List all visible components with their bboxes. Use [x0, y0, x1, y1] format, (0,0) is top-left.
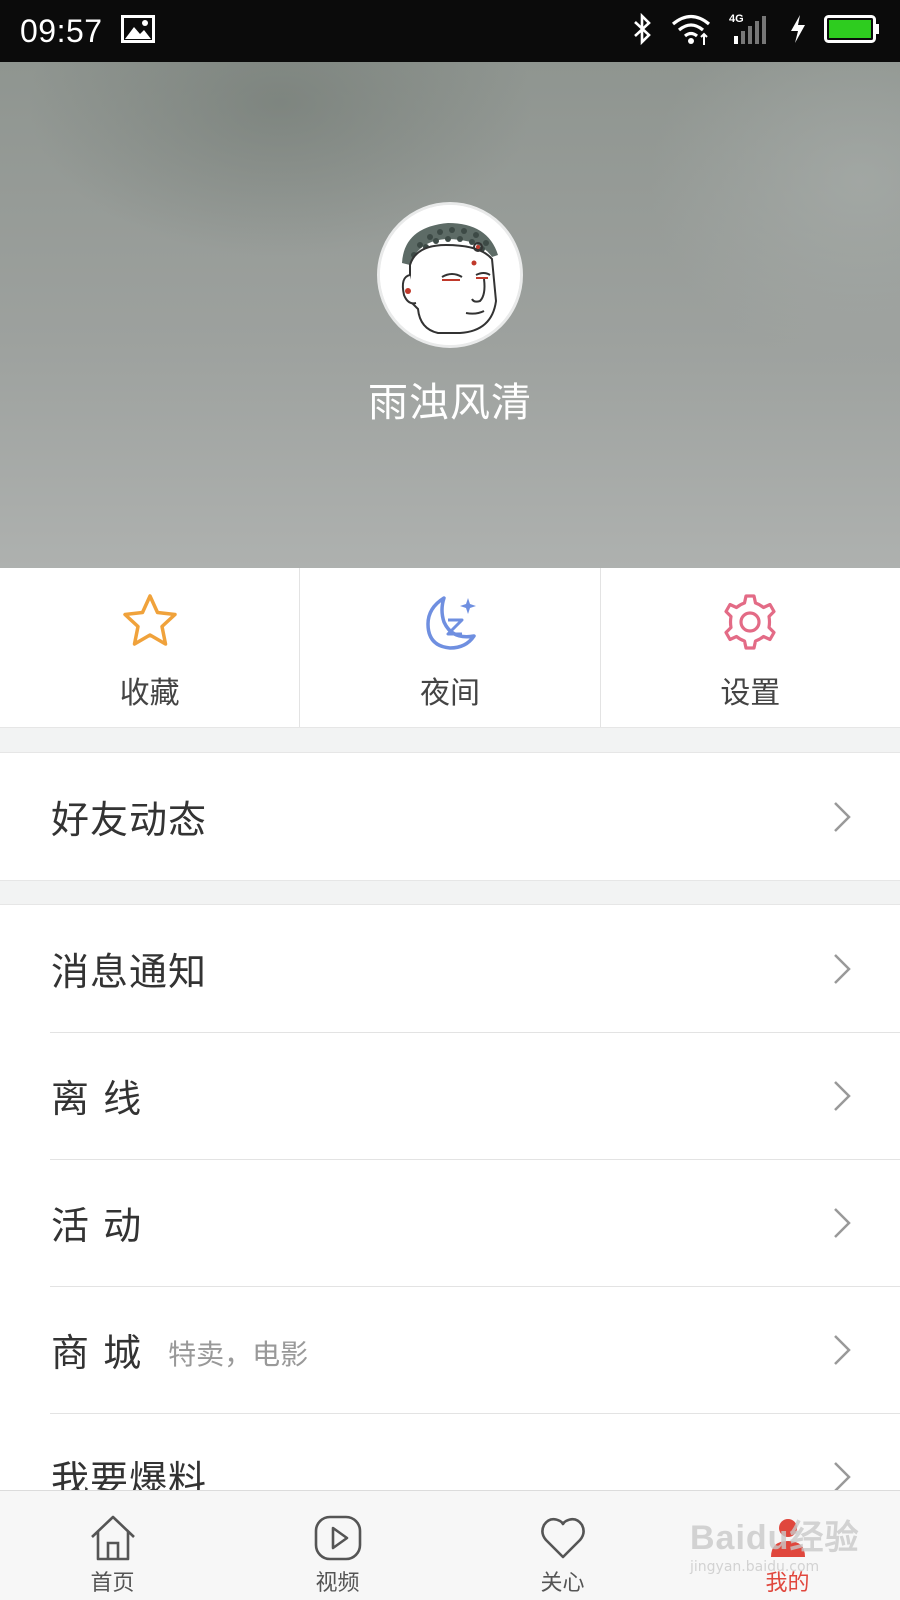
tab-video-label: 视频: [315, 1571, 360, 1596]
status-time: 09:57: [20, 12, 103, 49]
favorites-button[interactable]: 收藏: [0, 568, 299, 727]
gear-icon: [724, 594, 776, 650]
wifi-icon: [670, 12, 712, 50]
profile-header: 雨浊风清: [0, 62, 900, 568]
tab-care[interactable]: 关心: [450, 1491, 675, 1600]
menu-item-label: 商 城: [51, 1331, 143, 1375]
avatar[interactable]: [377, 202, 523, 348]
favorites-label: 收藏: [119, 676, 180, 711]
menu-item-offline[interactable]: 离 线: [0, 1032, 900, 1159]
night-mode-button[interactable]: 夜间: [299, 568, 599, 727]
image-icon: [120, 15, 155, 47]
menu-group-main: 消息通知 离 线 活 动 商 城 特卖，电影 我要爆料: [0, 904, 900, 1540]
bottom-tab-bar: 首页 视频 关心 我的: [0, 1490, 900, 1600]
chevron-right-icon: [834, 1080, 851, 1111]
quick-actions: 收藏 夜间 设置: [0, 568, 900, 728]
star-icon: [122, 594, 177, 646]
menu-item-label: 好友动态: [51, 798, 208, 842]
tab-home-label: 首页: [90, 1571, 135, 1596]
chevron-right-icon: [834, 953, 851, 984]
night-mode-label: 夜间: [419, 676, 480, 711]
tab-home[interactable]: 首页: [0, 1491, 225, 1600]
menu-item-subtitle: 特卖，电影: [168, 1337, 309, 1371]
status-bar: 09:57 4G: [0, 0, 900, 62]
moon-icon: [426, 596, 476, 650]
menu-item-label: 消息通知: [51, 950, 208, 994]
battery-icon: [824, 14, 880, 48]
chevron-right-icon: [834, 1334, 851, 1365]
tab-mine-label: 我的: [765, 1571, 810, 1596]
menu-item-notifications[interactable]: 消息通知: [0, 905, 900, 1032]
menu-item-mall[interactable]: 商 城 特卖，电影: [0, 1286, 900, 1413]
svg-text:4G: 4G: [729, 13, 744, 25]
heart-icon: [540, 1517, 585, 1559]
tab-video[interactable]: 视频: [225, 1491, 450, 1600]
charging-icon: [788, 13, 808, 49]
signal-icon: 4G: [728, 12, 772, 50]
menu-item-activities[interactable]: 活 动: [0, 1159, 900, 1286]
user-icon: [770, 1519, 805, 1557]
menu-item-label: 活 动: [51, 1204, 143, 1248]
tab-care-label: 关心: [540, 1571, 585, 1596]
username: 雨浊风清: [368, 380, 532, 426]
tab-mine[interactable]: 我的: [675, 1491, 900, 1600]
bluetooth-icon: [632, 12, 654, 49]
home-icon: [90, 1515, 135, 1561]
settings-button[interactable]: 设置: [599, 568, 900, 727]
chevron-right-icon: [834, 1207, 851, 1238]
menu-group-friends: 好友动态: [0, 752, 900, 881]
menu-item-label: 离 线: [51, 1077, 143, 1121]
chevron-right-icon: [834, 801, 851, 832]
settings-label: 设置: [720, 676, 781, 711]
chevron-right-icon: [834, 1461, 851, 1492]
video-play-icon: [314, 1515, 361, 1561]
menu-item-friend-feed[interactable]: 好友动态: [0, 753, 900, 880]
